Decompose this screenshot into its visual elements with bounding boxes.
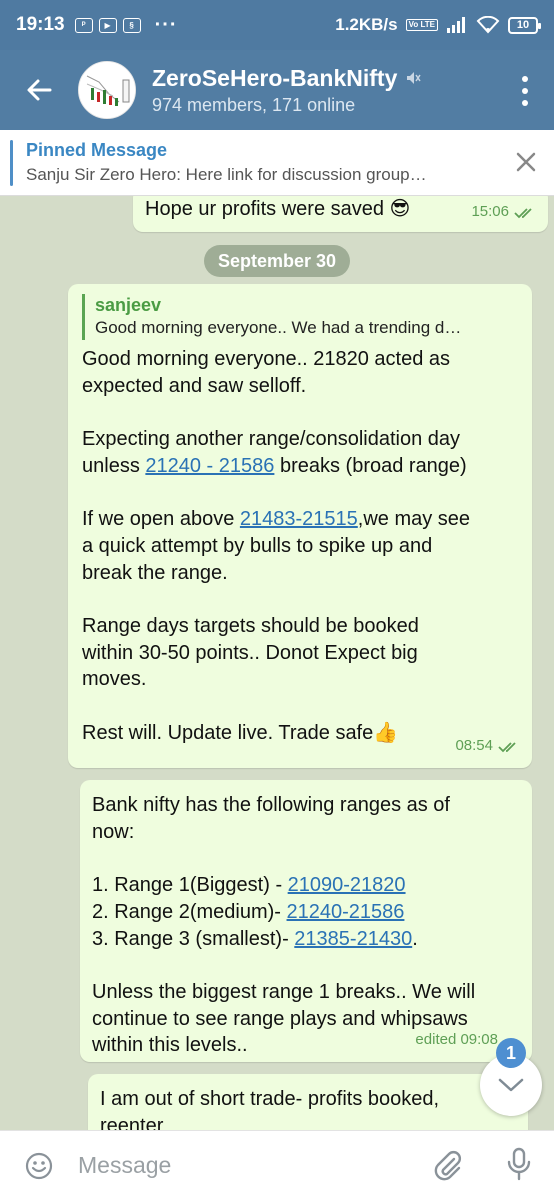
text-span: unless (82, 454, 146, 477)
unread-count-badge: 1 (496, 1038, 526, 1068)
reply-text: Good morning everyone.. We had a trendin… (95, 318, 462, 337)
message-line: within 30-50 points.. Donot Expect big (82, 641, 418, 664)
text-span: ,we may see (357, 508, 471, 531)
message-line: now: (92, 820, 135, 843)
message-line: Unless the biggest range 1 breaks.. We w… (92, 980, 476, 1003)
close-pinned-icon[interactable] (514, 150, 538, 174)
group-avatar[interactable] (78, 61, 136, 119)
message-line: Bank nifty has the following ranges as o… (92, 794, 450, 816)
reply-author: sanjeev (95, 295, 162, 315)
message-text: Hope ur profits were saved 😎 (145, 198, 411, 220)
message-bubble[interactable]: sanjeev Good morning everyone.. We had a… (68, 284, 532, 768)
message-meta: 15:06 (471, 199, 536, 226)
microphone-icon[interactable] (506, 1147, 532, 1183)
text-span: . (412, 927, 418, 950)
status-bar: 19:13 P ▶ § ··· 1.2KB/s Vo LTE 10 (0, 0, 554, 50)
message-line: reenter (100, 1114, 164, 1130)
reply-quote[interactable]: sanjeev Good morning everyone.. We had a… (82, 294, 518, 340)
range-link[interactable]: 21090-21820 (288, 874, 406, 896)
pinned-indicator (10, 140, 13, 186)
chat-title: ZeroSeHero-BankNifty (152, 64, 398, 91)
message-meta: edited 09:08 (415, 1027, 498, 1054)
battery-icon: 10 (508, 16, 541, 34)
message-line: 3. Range 3 (smallest)- 21385-21430. (92, 926, 520, 953)
message-line: If we open above 21483-21515,we may see (82, 506, 518, 533)
message-line: Good morning everyone.. 21820 acted as (82, 348, 451, 370)
message-line: I am out of short trade- profits booked, (100, 1088, 440, 1110)
message-bubble[interactable]: Bank nifty has the following ranges as o… (80, 780, 532, 1062)
message-input-bar (0, 1130, 554, 1200)
read-checkmarks-icon (498, 742, 516, 752)
message-line: unless 21240 - 21586 breaks (broad range… (82, 453, 518, 480)
chat-messages[interactable]: Hope ur profits were saved 😎 15:06 Septe… (0, 196, 554, 1130)
read-checkmarks-icon (514, 208, 532, 218)
wifi-icon (476, 16, 500, 34)
dot-icon (522, 100, 528, 106)
status-app-icons: P ▶ § (74, 17, 141, 33)
emoji-button[interactable] (0, 1151, 78, 1181)
more-options-button[interactable] (518, 76, 532, 106)
message-line: Rest will. Update live. Trade safe👍 (82, 721, 399, 744)
youtube-icon: ▶ (98, 17, 117, 33)
text-span: 3. Range 3 (smallest)- (92, 927, 295, 950)
emoji-icon (25, 1152, 53, 1179)
message-line: a quick attempt by bulls to spike up and (82, 534, 433, 557)
chat-header: ZeroSeHero-BankNifty 974 members, 171 on… (0, 50, 554, 130)
message-body: Good morning everyone.. 21820 acted as e… (82, 346, 518, 746)
signal-icon (447, 17, 465, 33)
text-span: 2. Range 2(medium)- (92, 900, 287, 923)
status-time: 19:13 (16, 14, 65, 35)
more-notifications-icon: ··· (154, 13, 178, 36)
dot-icon (522, 76, 528, 82)
battery-level: 10 (516, 19, 530, 31)
chat-title-row[interactable]: ZeroSeHero-BankNifty (152, 64, 422, 92)
message-input[interactable] (78, 1152, 418, 1179)
dot-icon (522, 88, 528, 94)
chat-subtitle: 974 members, 171 online (152, 94, 356, 115)
chevron-down-icon (498, 1078, 524, 1092)
text-span: If we open above (82, 508, 240, 531)
network-speed: 1.2KB/s (335, 15, 398, 34)
message-line: 2. Range 2(medium)- 21240-21586 (92, 899, 520, 926)
muted-icon (407, 72, 422, 84)
chart-thumbnail-icon (79, 62, 135, 118)
message-line: moves. (82, 668, 147, 691)
attach-icon[interactable] (432, 1149, 464, 1183)
message-line: 1. Range 1(Biggest) - 21090-21820 (92, 872, 520, 899)
back-button[interactable] (0, 50, 78, 130)
range-link[interactable]: 21240 - 21586 (145, 455, 274, 477)
text-span: breaks (broad range) (274, 454, 467, 477)
message-line: Expecting another range/consolidation da… (82, 428, 461, 451)
app-icon: § (122, 17, 141, 33)
message-bubble[interactable]: I am out of short trade- profits booked,… (88, 1074, 528, 1130)
range-link[interactable]: 21385-21430 (294, 928, 412, 950)
text-span: 1. Range 1(Biggest) - (92, 874, 288, 897)
pinned-message-bar[interactable]: Pinned Message Sanju Sir Zero Hero: Here… (0, 130, 554, 196)
message-time: edited 09:08 (415, 1031, 498, 1049)
pinned-title: Pinned Message (26, 140, 168, 160)
date-separator: September 30 (204, 245, 350, 277)
message-line: expected and saw selloff. (82, 374, 307, 397)
message-time: 08:54 (455, 737, 493, 755)
message-line: Range days targets should be booked (82, 614, 419, 637)
back-arrow-icon (27, 79, 52, 101)
message-bubble[interactable]: Hope ur profits were saved 😎 15:06 (133, 196, 548, 232)
message-meta: 08:54 (455, 733, 520, 760)
volte-icon: Vo LTE (405, 19, 438, 31)
range-link[interactable]: 21483-21515 (240, 508, 358, 530)
range-link[interactable]: 21240-21586 (287, 901, 405, 923)
message-time: 15:06 (471, 203, 509, 221)
pinned-text: Sanju Sir Zero Hero: Here link for discu… (26, 165, 427, 184)
message-line: break the range. (82, 561, 228, 584)
paytm-icon: P (74, 17, 93, 33)
